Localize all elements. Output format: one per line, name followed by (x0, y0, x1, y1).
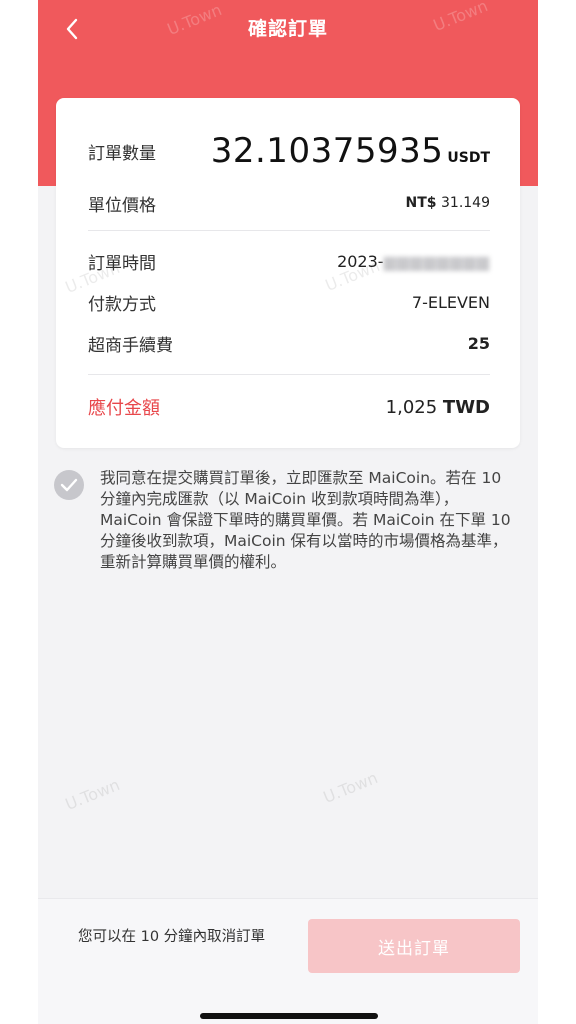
divider (88, 230, 490, 231)
total-amount-unit: TWD (442, 396, 490, 418)
order-quantity-value: 32.10375935 (210, 131, 444, 171)
watermark: U.Town (62, 775, 123, 814)
cancel-hint-text: 您可以在 10 分鐘內取消訂單 (78, 929, 266, 945)
agreement-text: 我同意在提交購買訂單後，立即匯款至 MaiCoin。若在 10 分鐘內完成匯款（… (100, 469, 511, 571)
order-time-row: 訂單時間 2023-▆▆▆▆▆▆▆▆ (88, 246, 490, 276)
store-fee-row: 超商手續費 25 (88, 328, 490, 358)
payment-method-label: 付款方式 (88, 294, 156, 315)
unit-price-value: 31.149 (441, 195, 490, 211)
bottom-action-bar: 您可以在 10 分鐘內取消訂單 送出訂單 (38, 898, 538, 1024)
order-quantity-label: 訂單數量 (88, 143, 156, 164)
store-fee-value: 25 (467, 333, 490, 353)
blurred-text: ▆▆▆▆▆▆▆▆ (383, 251, 490, 271)
order-summary-card: 訂單數量 32.10375935 USDT 單位價格 NT$ 31.149 訂單… (56, 98, 520, 448)
payment-method-value: 7-ELEVEN (411, 292, 490, 312)
submit-order-button[interactable]: 送出訂單 (308, 919, 520, 973)
unit-price-label: 單位價格 (88, 195, 156, 216)
watermark: U.Town (320, 768, 381, 807)
unit-price-currency: NT$ (405, 195, 437, 211)
payment-method-row: 付款方式 7-ELEVEN (88, 287, 490, 317)
store-fee-label: 超商手續費 (88, 335, 173, 356)
unit-price-row: 單位價格 NT$ 31.149 (88, 188, 490, 218)
order-quantity-row: 訂單數量 32.10375935 USDT (88, 128, 490, 174)
total-amount-row: 應付金額 1,025 TWD (88, 390, 490, 424)
divider (88, 374, 490, 375)
app-screen: 確認訂單 U.Town U.Town 訂單數量 32.10375935 USDT… (38, 0, 538, 1024)
unit-price: NT$ 31.149 (406, 195, 490, 211)
checkmark-icon (60, 478, 78, 492)
order-quantity: 32.10375935 USDT (211, 131, 490, 171)
home-indicator (200, 1013, 378, 1019)
order-quantity-unit: USDT (447, 150, 490, 166)
total-amount-label: 應付金額 (88, 398, 160, 419)
total-amount-value: 1,025 (385, 396, 438, 418)
agree-checkbox[interactable] (54, 470, 84, 500)
total-amount: 1,025 TWD (386, 397, 490, 418)
